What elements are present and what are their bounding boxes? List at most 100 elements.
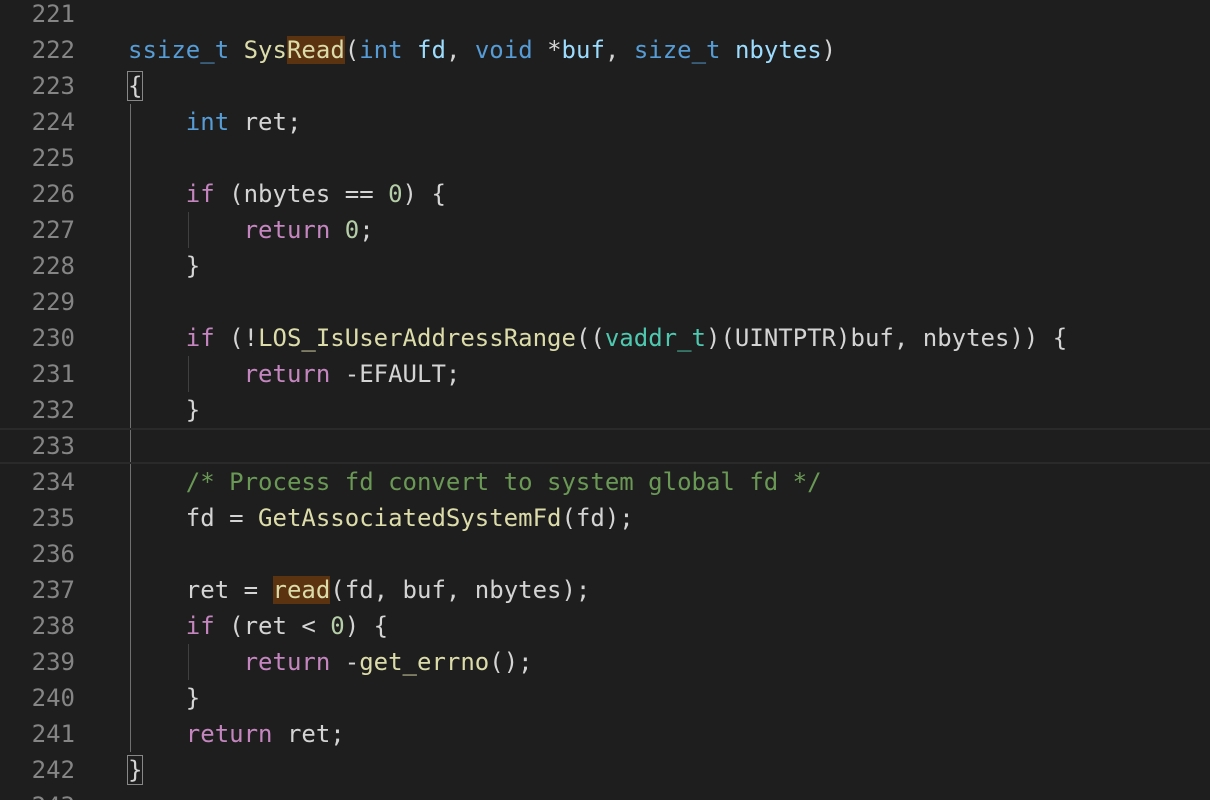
code-text: { — [126, 68, 1210, 104]
code-token: (! — [214, 324, 259, 352]
code-token: fd = — [128, 504, 259, 532]
code-token: } — [128, 252, 201, 280]
code-token: LOS_IsUserAddressRange — [258, 324, 576, 352]
code-line[interactable]: 222 ssize_t SysRead(int fd, void *buf, si… — [0, 32, 1210, 68]
line-number: 242 — [31, 756, 75, 784]
code-line[interactable]: 227 return 0; — [0, 212, 1210, 248]
line-number: 241 — [31, 720, 75, 748]
code-token: } — [126, 755, 144, 785]
code-token: if — [185, 180, 215, 208]
line-number: 232 — [31, 396, 75, 424]
code-token: return — [243, 216, 331, 244]
code-text: return -EFAULT; — [128, 356, 1210, 392]
code-text: /* Process fd convert to system global f… — [128, 464, 1210, 500]
code-editor[interactable]: 221 222 ssize_t SysRead(int fd, void *buf,… — [0, 0, 1210, 800]
code-line[interactable]: 233 — [0, 428, 1210, 464]
code-text: } — [128, 680, 1210, 716]
line-number: 230 — [31, 324, 75, 352]
code-line[interactable]: 239 return -get_errno(); — [0, 644, 1210, 680]
code-token: (ret < — [214, 612, 331, 640]
code-token: -EFAULT; — [330, 360, 461, 388]
code-token: if — [185, 324, 215, 352]
line-number: 231 — [31, 360, 75, 388]
code-token: vaddr_t — [604, 324, 707, 352]
code-token: ) { — [402, 180, 446, 208]
code-token: int — [185, 108, 230, 136]
code-token: return — [185, 720, 273, 748]
code-line[interactable]: 240 } — [0, 680, 1210, 716]
line-number: 226 — [31, 180, 75, 208]
code-token: if — [185, 612, 215, 640]
code-token: ) { — [344, 612, 389, 640]
code-token: nbytes — [734, 36, 822, 64]
code-line[interactable]: 230 if (!LOS_IsUserAddressRange((vaddr_t… — [0, 320, 1210, 356]
line-number: 222 — [31, 36, 75, 64]
code-line[interactable]: 226 if (nbytes == 0) { — [0, 176, 1210, 212]
code-line[interactable]: 243 — [0, 788, 1210, 800]
code-line[interactable]: 228 } — [0, 248, 1210, 284]
code-text: } — [128, 248, 1210, 284]
code-line[interactable]: 225 — [0, 140, 1210, 176]
code-token: int — [359, 36, 403, 64]
code-line[interactable]: 235 fd = GetAssociatedSystemFd(fd); — [0, 500, 1210, 536]
code-text: return 0; — [128, 212, 1210, 248]
code-token: Read — [286, 36, 345, 64]
code-token: buf — [561, 36, 605, 64]
code-token: 0 — [344, 216, 360, 244]
code-text: if (ret < 0) { — [128, 608, 1210, 644]
line-number: 223 — [31, 72, 75, 100]
line-number: 224 — [31, 108, 75, 136]
code-token: size_t — [633, 36, 721, 64]
code-token: (( — [575, 324, 605, 352]
code-token: 0 — [330, 612, 345, 640]
code-token: get_errno — [359, 648, 490, 676]
code-token: (); — [489, 648, 533, 676]
code-line[interactable]: 232 } — [0, 392, 1210, 428]
code-text: if (!LOS_IsUserAddressRange((vaddr_t)(UI… — [128, 320, 1210, 356]
code-line[interactable]: 231 return -EFAULT; — [0, 356, 1210, 392]
code-line[interactable]: 241 return ret; — [0, 716, 1210, 752]
code-token: ( — [344, 36, 360, 64]
code-text: ssize_t SysRead(int fd, void *buf, size_… — [128, 32, 1210, 68]
line-number: 221 — [31, 0, 75, 28]
line-number: 240 — [31, 684, 75, 712]
line-number: 234 — [31, 468, 75, 496]
code-line[interactable]: 223 { — [0, 68, 1210, 104]
code-token: fd — [417, 36, 446, 64]
code-token: return — [243, 360, 331, 388]
line-number: 235 — [31, 504, 75, 532]
code-line[interactable]: 224 int ret; — [0, 104, 1210, 140]
code-token: 0 — [388, 180, 403, 208]
code-token: Sys — [243, 36, 287, 64]
code-token: /* Process fd convert to system global f… — [185, 468, 822, 496]
code-line[interactable]: 237 ret = read(fd, buf, nbytes); — [0, 572, 1210, 608]
code-token: ssize_t — [128, 36, 230, 64]
code-line[interactable]: 242} — [0, 752, 1210, 788]
code-token: - — [330, 648, 360, 676]
code-line[interactable]: 229 — [0, 284, 1210, 320]
line-number: 238 — [31, 612, 75, 640]
code-text: ret = read(fd, buf, nbytes); — [128, 572, 1210, 608]
code-line[interactable]: 221 — [0, 0, 1210, 32]
line-number: 236 — [31, 540, 75, 568]
code-token: (fd); — [561, 504, 634, 532]
code-line[interactable]: 234 /* Process fd convert to system glob… — [0, 464, 1210, 500]
code-text: } — [126, 752, 1210, 788]
code-token: * — [532, 36, 562, 64]
code-token: ret = — [128, 576, 273, 604]
code-line[interactable]: 236 — [0, 536, 1210, 572]
code-line[interactable]: 238 if (ret < 0) { — [0, 608, 1210, 644]
line-number: 233 — [31, 432, 75, 460]
code-text: fd = GetAssociatedSystemFd(fd); — [128, 500, 1210, 536]
